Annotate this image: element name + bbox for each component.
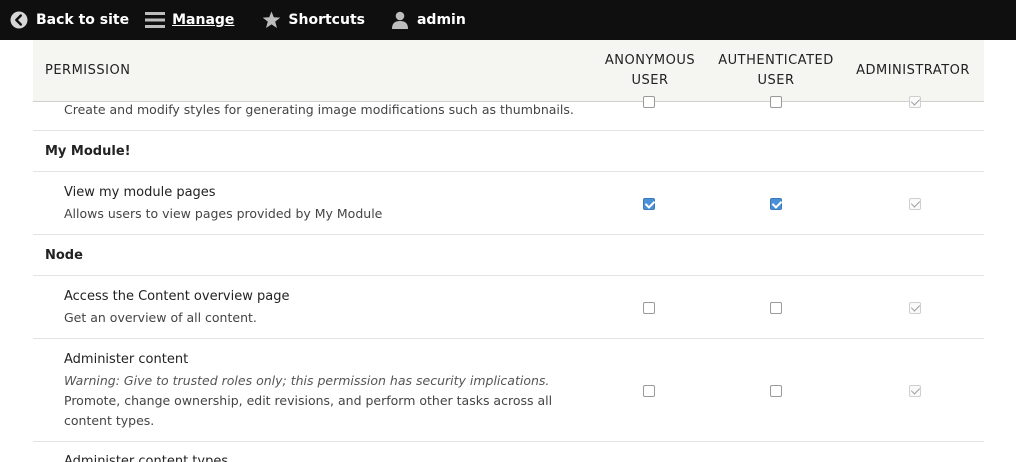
table-row: View my module pages Allows users to vie… <box>33 172 984 235</box>
module-row: Node <box>33 235 984 276</box>
header-anonymous-line1: ANONYMOUS <box>604 53 696 68</box>
admin-toolbar: Back to site Manage Shortcuts admin <box>0 0 1016 40</box>
table-row: Create and modify styles for generating … <box>33 96 984 131</box>
anonymous-checkbox[interactable] <box>643 385 655 397</box>
header-authenticated-line2: USER <box>757 73 795 88</box>
permission-warning: Warning: Give to trusted roles only; thi… <box>64 373 550 388</box>
administrator-checkbox <box>909 385 921 397</box>
authenticated-checkbox[interactable] <box>770 96 782 108</box>
back-arrow-icon <box>10 11 28 29</box>
user-tab[interactable]: admin <box>381 0 476 40</box>
table-header: PERMISSION ANONYMOUS USER AUTHENTICATED … <box>33 40 984 102</box>
header-anonymous-user: ANONYMOUS USER <box>600 40 700 102</box>
permission-title: Administer content types <box>64 454 229 462</box>
user-icon <box>391 11 408 29</box>
permission-description: Create and modify styles for generating … <box>64 102 574 117</box>
manage-tab[interactable]: Manage <box>145 0 244 40</box>
permission-title: Administer content <box>64 352 189 367</box>
permission-title: Access the Content overview page <box>64 289 290 304</box>
permission-description: Promote, change ownership, edit revision… <box>64 393 553 408</box>
back-to-site-label: Back to site <box>36 12 130 28</box>
table-row: Access the Content overview page Get an … <box>33 276 984 339</box>
header-anonymous-line2: USER <box>631 73 669 88</box>
administrator-checkbox <box>909 198 921 210</box>
back-to-site-link[interactable]: Back to site <box>0 0 139 40</box>
user-label: admin <box>416 12 466 28</box>
permission-title: View my module pages <box>64 185 216 200</box>
star-icon <box>263 11 281 28</box>
authenticated-checkbox[interactable] <box>770 302 782 314</box>
header-permission: PERMISSION <box>45 63 131 78</box>
authenticated-checkbox[interactable] <box>770 198 782 210</box>
menu-icon <box>145 12 166 28</box>
shortcuts-label: Shortcuts <box>288 12 365 28</box>
module-row: My Module! <box>33 131 984 172</box>
authenticated-checkbox[interactable] <box>770 385 782 397</box>
permissions-table: PERMISSION ANONYMOUS USER AUTHENTICATED … <box>33 40 984 462</box>
table-row: Administer content types <box>33 442 984 462</box>
anonymous-checkbox[interactable] <box>643 198 655 210</box>
anonymous-checkbox[interactable] <box>643 302 655 314</box>
permission-description: Get an overview of all content. <box>64 310 257 325</box>
shortcuts-tab[interactable]: Shortcuts <box>252 0 375 40</box>
administrator-checkbox <box>909 302 921 314</box>
header-authenticated-user: AUTHENTICATED USER <box>711 40 841 102</box>
anonymous-checkbox[interactable] <box>643 96 655 108</box>
permission-description: content types. <box>64 413 155 428</box>
header-administrator: ADMINISTRATOR <box>856 63 970 78</box>
table-row: Administer content Warning: Give to trus… <box>33 339 984 442</box>
module-name: My Module! <box>45 144 131 159</box>
administrator-checkbox <box>909 96 921 108</box>
manage-label: Manage <box>172 12 235 28</box>
module-name: Node <box>45 248 83 263</box>
header-authenticated-line1: AUTHENTICATED <box>718 53 834 68</box>
permission-description: Allows users to view pages provided by M… <box>64 206 383 221</box>
